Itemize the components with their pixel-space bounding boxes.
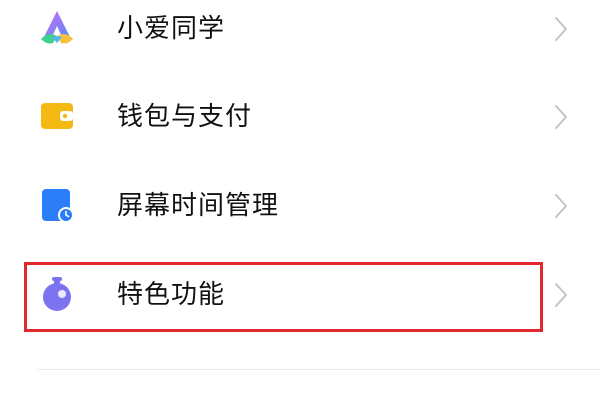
xiaoai-icon — [38, 9, 76, 47]
chevron-right-icon — [552, 281, 570, 309]
highlight-box — [24, 262, 543, 332]
wallet-icon — [38, 97, 76, 135]
settings-item-label: 小爱同学 — [117, 14, 226, 44]
settings-item-wallet[interactable]: 钱包与支付 — [0, 74, 600, 160]
chevron-right-icon — [552, 15, 570, 43]
chevron-right-icon — [552, 192, 570, 220]
settings-item-label: 钱包与支付 — [117, 102, 253, 132]
settings-item-label: 屏幕时间管理 — [117, 191, 280, 221]
settings-item-xiaoai[interactable]: 小爱同学 — [0, 0, 600, 72]
settings-list: 小爱同学 钱包与支付 屏幕时间管理 特色功能 — [0, 0, 600, 420]
divider — [38, 369, 600, 370]
screen-time-icon — [38, 186, 76, 224]
chevron-right-icon — [552, 103, 570, 131]
settings-item-screen-time[interactable]: 屏幕时间管理 — [0, 163, 600, 249]
